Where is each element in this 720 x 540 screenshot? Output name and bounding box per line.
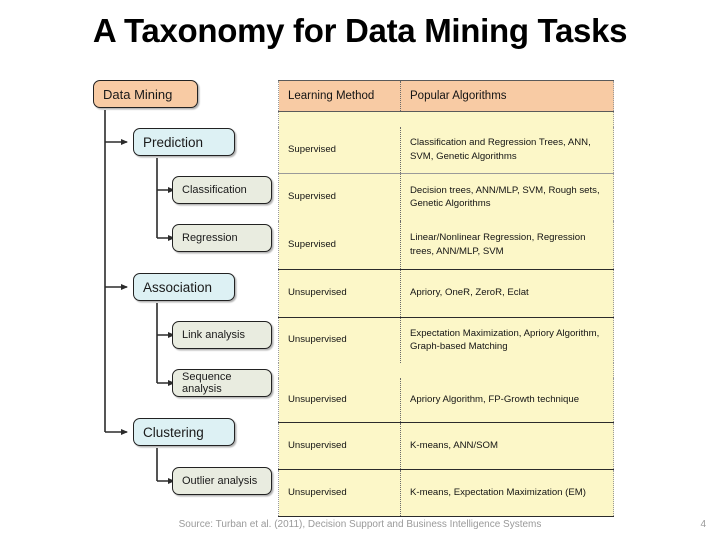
tree-node-classification[interactable]: Classification — [172, 176, 272, 204]
tree-node-data-mining[interactable]: Data Mining — [93, 80, 198, 108]
table-row[interactable]: Unsupervised K-means, Expectation Maximi… — [278, 468, 614, 517]
cell-learning-method: Supervised — [278, 127, 401, 173]
page-title: A Taxonomy for Data Mining Tasks — [92, 12, 628, 49]
cell-learning-method: Unsupervised — [278, 468, 401, 517]
table-row[interactable]: Supervised Classification and Regression… — [278, 127, 614, 173]
cell-learning-method: Unsupervised — [278, 421, 401, 469]
cell-algorithms: K-means, Expectation Maximization (EM) — [400, 468, 614, 517]
tree-node-label: Association — [143, 279, 213, 295]
cell-learning-method: Supervised — [278, 221, 401, 269]
tree-node-sequence-analysis[interactable]: Sequence analysis — [172, 369, 272, 397]
tree-node-outlier-analysis[interactable]: Outlier analysis — [172, 467, 272, 495]
cell-algorithms: Expectation Maximization, Apriory Algori… — [400, 316, 614, 363]
slide-canvas: A Taxonomy for Data Mining Tasks Data Mi… — [0, 0, 720, 540]
table-row[interactable]: Unsupervised K-means, ANN/SOM — [278, 421, 614, 469]
tree-node-clustering[interactable]: Clustering — [133, 418, 235, 446]
tree-node-label: Link analysis — [182, 329, 245, 341]
cell-algorithms: K-means, ANN/SOM — [400, 421, 614, 469]
tree-node-label: Clustering — [143, 424, 204, 440]
taxonomy-diagram: Data Mining Prediction Classification Re… — [0, 70, 720, 517]
source-citation: Source: Turban et al. (2011), Decision S… — [178, 519, 542, 530]
tree-node-label: Sequence analysis — [182, 371, 232, 395]
cell-algorithms: Decision trees, ANN/MLP, SVM, Rough sets… — [400, 172, 614, 221]
column-header-popular-algorithms: Popular Algorithms — [400, 80, 614, 112]
table-row[interactable]: Unsupervised Apriory Algorithm, FP-Growt… — [278, 378, 614, 422]
cell-learning-method: Unsupervised — [278, 268, 401, 317]
table-row[interactable]: Supervised Decision trees, ANN/MLP, SVM,… — [278, 172, 614, 221]
cell-learning-method: Unsupervised — [278, 316, 401, 363]
tree-node-link-analysis[interactable]: Link analysis — [172, 321, 272, 349]
tree-node-label: Regression — [182, 232, 238, 244]
tree-node-prediction[interactable]: Prediction — [133, 128, 235, 156]
table-header-row: Learning Method Popular Algorithms — [278, 80, 614, 112]
table-row[interactable]: Supervised Linear/Nonlinear Regression, … — [278, 221, 614, 269]
algorithms-table: Learning Method Popular Algorithms Super… — [278, 80, 614, 517]
tree-node-regression[interactable]: Regression — [172, 224, 272, 252]
tree-node-label: Classification — [182, 184, 247, 196]
cell-algorithms: Apriory, OneR, ZeroR, Eclat — [400, 268, 614, 317]
table-row[interactable]: Unsupervised Expectation Maximization, A… — [278, 316, 614, 363]
tree-node-label: Data Mining — [103, 86, 173, 102]
tree-node-label: Prediction — [143, 134, 204, 150]
tree-node-association[interactable]: Association — [133, 273, 235, 301]
table-gutter — [278, 363, 614, 378]
column-header-learning-method: Learning Method — [278, 80, 401, 112]
cell-algorithms: Apriory Algorithm, FP-Growth technique — [400, 378, 614, 422]
page-number: 4 — [700, 519, 706, 530]
tree-node-label: Outlier analysis — [182, 475, 258, 487]
cell-algorithms: Classification and Regression Trees, ANN… — [400, 127, 614, 173]
slide-footer: Source: Turban et al. (2011), Decision S… — [0, 519, 720, 537]
cell-learning-method: Unsupervised — [278, 378, 401, 422]
cell-algorithms: Linear/Nonlinear Regression, Regression … — [400, 221, 614, 269]
table-row[interactable]: Unsupervised Apriory, OneR, ZeroR, Eclat — [278, 268, 614, 317]
cell-learning-method: Supervised — [278, 172, 401, 221]
table-gutter — [278, 111, 614, 127]
